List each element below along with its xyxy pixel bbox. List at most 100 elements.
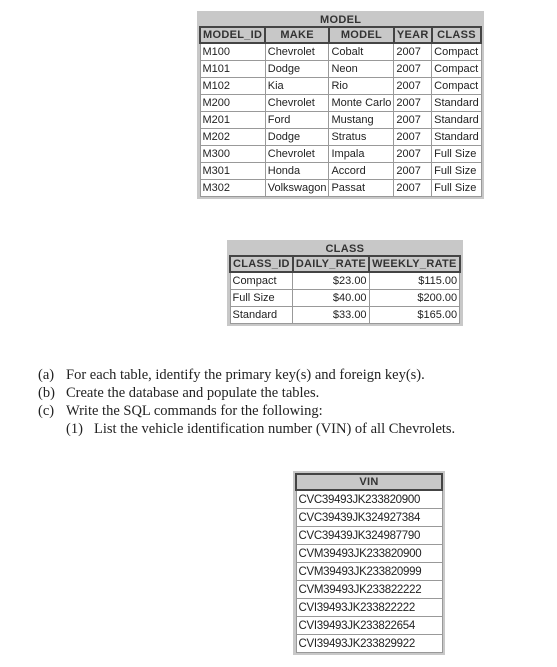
cell-class: Full Size [431,179,482,197]
model-table-row: M102 Kia Rio 2007 Compact [199,77,482,95]
cell-daily-rate: $40.00 [292,289,370,307]
question-text: Create the database and populate the tab… [66,385,320,401]
vin-table: VIN CVC39493JK233820900 CVC39439JK3249273… [295,473,443,653]
cell-make: Honda [264,162,330,180]
vin-table-row: CVI39493JK233829922 [295,634,443,653]
vin-table-row: CVI39493JK233822222 [295,598,443,617]
class-table-row: Standard $33.00 $165.00 [229,306,461,324]
cell-class: Compact [431,60,482,78]
cell-weekly-rate: $165.00 [368,306,461,324]
model-table-row: M202 Dodge Stratus 2007 Standard [199,128,482,146]
cell-year: 2007 [393,42,433,61]
class-table-title: CLASS [229,242,461,255]
question-text: List the vehicle identification number (… [94,421,456,437]
cell-class: Standard [431,111,482,129]
model-table-row: M300 Chevrolet Impala 2007 Full Size [199,145,482,163]
cell-make: Dodge [264,128,330,146]
header-weekly-rate: WEEKLY_RATE [368,255,461,273]
cell-model: Monte Carlo [328,94,395,112]
cell-make: Ford [264,111,330,129]
model-table-row: M101 Dodge Neon 2007 Compact [199,60,482,78]
cell-model: Neon [328,60,395,78]
cell-year: 2007 [393,128,433,146]
cell-model: Passat [328,179,395,197]
model-table-row: M100 Chevrolet Cobalt 2007 Compact [199,42,482,61]
cell-model-id: M302 [199,179,266,197]
cell-class: Full Size [431,145,482,163]
cell-class-id: Compact [229,271,294,290]
cell-class: Full Size [431,162,482,180]
header-daily-rate: DAILY_RATE [291,255,371,273]
cell-vin: CVC39493JK233820900 [295,489,443,509]
question-a: (a) For each table, identify the primary… [38,366,455,384]
vin-table-row: CVM39493JK233822222 [295,580,443,599]
question-list: (a) For each table, identify the primary… [38,366,455,438]
cell-model: Accord [328,162,395,180]
vin-table-row: CVC39439JK324987790 [295,526,443,545]
header-class-id: CLASS_ID [229,255,294,273]
cell-daily-rate: $33.00 [292,306,370,324]
question-label: (a) [38,367,55,383]
model-table-title: MODEL [199,13,483,26]
model-table-row: M201 Ford Mustang 2007 Standard [199,111,482,129]
class-table: CLASS CLASS_ID DAILY_RATE WEEKLY_RATE Co… [229,242,461,324]
vin-table-row: CVC39493JK233820900 [295,489,443,509]
question-text: Write the SQL commands for the following… [66,403,323,419]
cell-vin: CVM39493JK233820900 [295,544,443,563]
model-table-row: M200 Chevrolet Monte Carlo 2007 Standard [199,94,482,112]
question-c1: (1) List the vehicle identification numb… [38,420,455,438]
cell-vin: CVI39493JK233829922 [295,634,443,653]
cell-year: 2007 [393,77,433,95]
cell-model-id: M100 [199,42,266,61]
cell-year: 2007 [393,162,433,180]
vin-table-row: CVM39493JK233820900 [295,544,443,563]
model-table-header-row: MODEL_ID MAKE MODEL YEAR CLASS [198,26,483,44]
cell-model-id: M101 [199,60,266,78]
cell-make: Chevrolet [264,94,330,112]
cell-make: Chevrolet [264,42,330,61]
vin-table-row: CVC39439JK324927384 [295,508,443,527]
cell-make: Volkswagon [264,179,330,197]
header-year: YEAR [392,26,433,44]
cell-model: Impala [328,145,395,163]
question-text: For each table, identify the primary key… [66,367,425,383]
cell-model-id: M301 [199,162,266,180]
question-label: (b) [38,385,55,401]
class-table-row: Compact $23.00 $115.00 [229,271,461,290]
cell-class: Standard [431,128,482,146]
question-label: (c) [38,403,55,419]
vin-table-row: CVM39493JK233820999 [295,562,443,581]
cell-daily-rate: $23.00 [292,271,370,290]
cell-class: Standard [431,94,482,112]
cell-make: Dodge [264,60,330,78]
cell-weekly-rate: $115.00 [368,271,461,290]
cell-model: Rio [328,77,395,95]
cell-year: 2007 [393,60,433,78]
cell-vin: CVI39493JK233822222 [295,598,443,617]
cell-make: Kia [264,77,330,95]
cell-model-id: M300 [199,145,266,163]
cell-class-id: Standard [229,306,294,324]
vin-table-header-row: VIN [295,473,443,491]
model-table-row: M302 Volkswagon Passat 2007 Full Size [199,179,482,197]
question-b: (b) Create the database and populate the… [38,384,455,402]
model-table-container: MODEL MODEL_ID MAKE MODEL YEAR CLASS M10… [197,11,485,199]
cell-year: 2007 [393,179,433,197]
header-model-id: MODEL_ID [198,26,267,44]
class-table-row: Full Size $40.00 $200.00 [229,289,461,307]
cell-model: Cobalt [328,42,395,61]
cell-vin: CVI39493JK233822654 [295,616,443,635]
cell-year: 2007 [393,94,433,112]
cell-class-id: Full Size [229,289,294,307]
cell-class: Compact [431,42,482,61]
header-model: MODEL [327,26,395,44]
cell-vin: CVM39493JK233820999 [295,562,443,581]
cell-model-id: M200 [199,94,266,112]
class-table-header-row: CLASS_ID DAILY_RATE WEEKLY_RATE [229,255,461,273]
header-class: CLASS [430,26,483,44]
cell-weekly-rate: $200.00 [368,289,461,307]
header-vin: VIN [295,473,443,491]
model-table-row: M301 Honda Accord 2007 Full Size [199,162,482,180]
cell-model-id: M201 [199,111,266,129]
question-label: (1) [66,421,83,437]
